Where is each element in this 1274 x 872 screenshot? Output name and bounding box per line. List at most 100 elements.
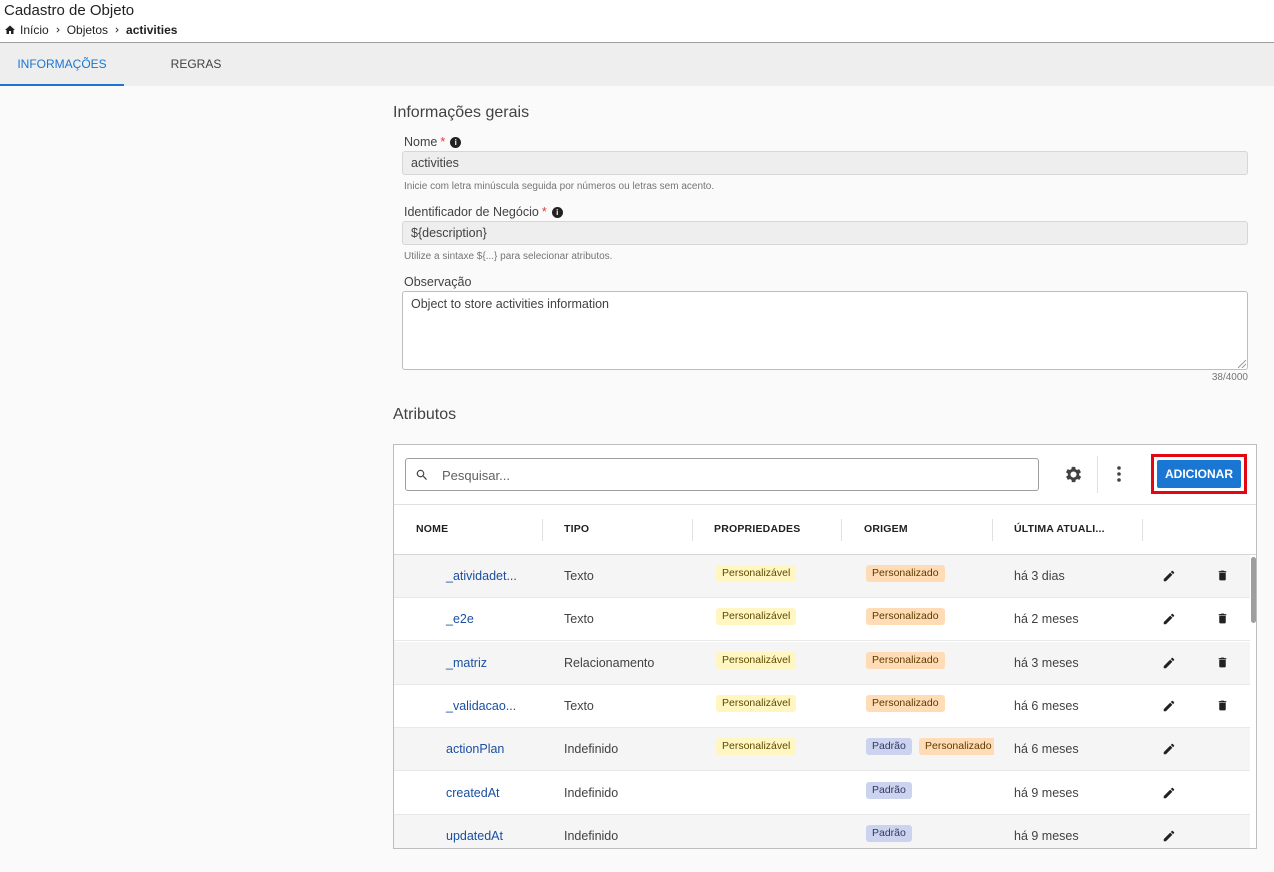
table-row[interactable]: actionPlan Indefinido Personalizável Padrão… xyxy=(394,728,1250,772)
attribute-name-link[interactable]: _e2e xyxy=(446,598,474,641)
chevron-right-icon xyxy=(53,25,63,35)
table-header: NOME TIPO PROPRIEDADES ORIGEM ÚLTIMA ATU… xyxy=(394,504,1256,555)
last-updated: há 9 meses xyxy=(1014,785,1079,800)
observation-value: Object to store activities information xyxy=(411,297,609,311)
origin-cell: Personalizado xyxy=(864,685,994,728)
edit-icon[interactable] xyxy=(1162,656,1176,675)
general-section-title: Informações gerais xyxy=(393,104,530,121)
attribute-type: Relacionamento xyxy=(564,655,655,670)
edit-icon[interactable] xyxy=(1162,829,1176,848)
business-id-label: Identificador de Negócio * i xyxy=(404,205,563,219)
info-icon[interactable]: i xyxy=(450,136,462,148)
column-header-properties[interactable]: PROPRIEDADES xyxy=(714,505,800,554)
search-icon xyxy=(415,468,429,487)
last-updated: há 3 dias xyxy=(1014,569,1065,583)
delete-icon[interactable] xyxy=(1216,569,1229,587)
tab-regras[interactable]: REGRAS xyxy=(148,43,244,86)
origin-chip: Padrão xyxy=(866,738,912,756)
property-chip: Personalizável xyxy=(716,608,797,626)
more-options-icon[interactable] xyxy=(1113,465,1125,488)
delete-icon[interactable] xyxy=(1216,612,1229,630)
origin-chip: Personalizado xyxy=(866,694,945,712)
attribute-type: Texto xyxy=(564,569,594,583)
origin-cell: Personalizado xyxy=(864,555,994,598)
property-chip: Personalizável xyxy=(716,694,797,712)
attribute-name-link[interactable]: _matriz xyxy=(446,642,487,685)
add-button[interactable]: ADICIONAR xyxy=(1157,460,1241,488)
origin-chip: Personalizado xyxy=(866,565,945,582)
table-row[interactable]: _validacao... Texto Personalizável Personal… xyxy=(394,684,1250,728)
delete-icon[interactable] xyxy=(1216,656,1229,674)
attribute-type: Indefinido xyxy=(564,785,619,800)
character-counter: 38/4000 xyxy=(1211,372,1248,383)
column-header-origin[interactable]: ORIGEM xyxy=(864,505,908,554)
attribute-name-link[interactable]: createdAt xyxy=(446,772,500,815)
name-field: activities xyxy=(402,151,1248,175)
edit-icon[interactable] xyxy=(1162,612,1176,631)
delete-icon[interactable] xyxy=(1216,699,1229,717)
attributes-section-title: Atributos xyxy=(393,406,457,423)
observation-label: Observação xyxy=(404,275,471,289)
business-id-field: ${description} xyxy=(402,221,1248,245)
attribute-name-link[interactable]: _atividadet... xyxy=(446,555,517,598)
gear-icon[interactable] xyxy=(1063,464,1084,490)
edit-icon[interactable] xyxy=(1162,569,1176,588)
observation-textarea[interactable]: Object to store activities information xyxy=(402,291,1248,370)
column-divider xyxy=(542,519,543,541)
column-header-last-update[interactable]: ÚLTIMA ATUALI... xyxy=(1014,505,1105,554)
origin-chip: Personalizado xyxy=(866,608,945,626)
search-box[interactable] xyxy=(405,458,1039,491)
page-title: Cadastro de Objeto xyxy=(4,2,135,19)
resize-handle[interactable] xyxy=(1238,360,1246,368)
edit-icon[interactable] xyxy=(1162,786,1176,805)
tab-informacoes[interactable]: INFORMAÇÕES xyxy=(0,43,124,86)
property-chip: Personalizável xyxy=(716,651,797,669)
required-mark: * xyxy=(440,135,446,149)
origin-cell: Padrão xyxy=(864,815,994,848)
last-updated: há 9 meses xyxy=(1014,828,1079,843)
attribute-type: Indefinido xyxy=(564,828,619,843)
required-mark: * xyxy=(541,205,547,219)
attribute-name-link[interactable]: _validacao... xyxy=(446,685,516,728)
column-header-name[interactable]: NOME xyxy=(416,505,448,554)
property-chip: Personalizável xyxy=(716,565,797,582)
breadcrumb: Início Objetos activities xyxy=(4,23,177,37)
scrollbar-thumb[interactable] xyxy=(1251,557,1256,623)
breadcrumb-objects[interactable]: Objetos xyxy=(67,23,108,37)
info-icon[interactable]: i xyxy=(551,206,563,218)
attribute-name-link[interactable]: updatedAt xyxy=(446,815,503,848)
table-row[interactable]: _atividadet... Texto Personalizável Persona… xyxy=(394,555,1250,598)
name-hint: Inicie com letra minúscula seguida por n… xyxy=(404,181,715,192)
column-divider xyxy=(1142,519,1143,541)
business-id-hint: Utilize a sintaxe ${...} para selecionar… xyxy=(404,251,613,262)
edit-icon[interactable] xyxy=(1162,742,1176,761)
observation-label-text: Observação xyxy=(404,275,472,289)
attribute-name-link[interactable]: actionPlan xyxy=(446,728,504,771)
last-updated: há 2 meses xyxy=(1014,612,1079,627)
add-button-highlight: ADICIONAR xyxy=(1151,454,1247,494)
attribute-type: Texto xyxy=(564,698,594,713)
top-bar: Cadastro de Objeto Início Objetos activi… xyxy=(0,0,1274,43)
origin-chip: Padrão xyxy=(866,781,912,799)
attributes-table: ADICIONAR NOME TIPO PROPRIEDADES ORIGEM … xyxy=(393,444,1257,849)
property-chip: Personalizável xyxy=(716,738,797,756)
edit-icon[interactable] xyxy=(1162,699,1176,718)
chevron-right-icon xyxy=(112,25,122,35)
origin-cell: Padrão xyxy=(864,772,994,815)
search-input[interactable] xyxy=(442,465,1022,485)
attribute-type: Texto xyxy=(564,612,594,627)
table-row[interactable]: createdAt Indefinido Padrão há 9 meses xyxy=(394,771,1250,815)
breadcrumb-home[interactable]: Início xyxy=(20,23,49,37)
name-label: Nome * i xyxy=(404,135,462,149)
table-row[interactable]: updatedAt Indefinido Padrão há 9 meses xyxy=(394,814,1250,848)
scrollbar[interactable] xyxy=(1251,555,1256,848)
column-header-type[interactable]: TIPO xyxy=(564,505,589,554)
home-icon[interactable] xyxy=(4,24,16,36)
name-label-text: Nome xyxy=(404,135,438,149)
origin-chip: Personalizado xyxy=(866,651,945,669)
table-row[interactable]: _matriz Relacionamento Personalizável Perso… xyxy=(394,641,1250,685)
tab-bar: INFORMAÇÕES REGRAS xyxy=(0,43,1274,86)
table-row[interactable]: _e2e Texto Personalizável Personalizado há 2… xyxy=(394,598,1250,642)
last-updated: há 3 meses xyxy=(1014,655,1079,670)
column-divider xyxy=(992,519,993,541)
